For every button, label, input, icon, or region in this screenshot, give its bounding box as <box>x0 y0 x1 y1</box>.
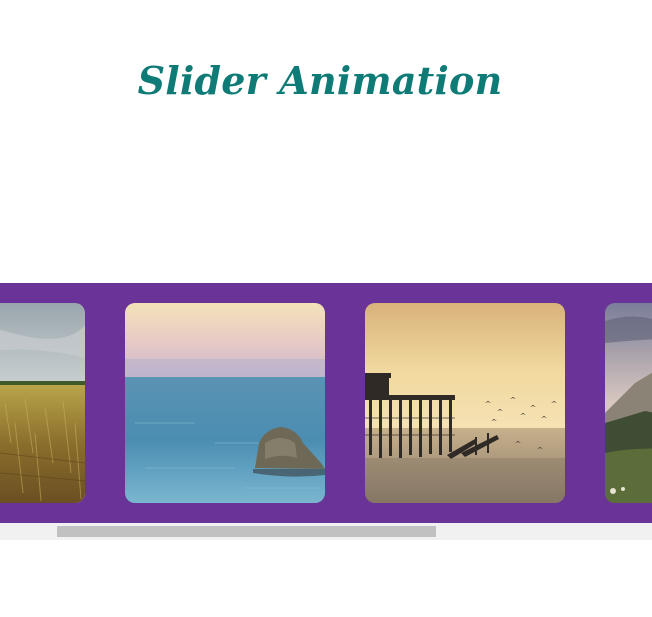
slide-pier-sunset[interactable] <box>365 303 565 503</box>
slide-sea-rock[interactable] <box>125 303 325 503</box>
wheat-field-image <box>0 303 85 503</box>
image-slider[interactable] <box>0 283 652 523</box>
mountain-valley-image <box>605 303 652 503</box>
scrollbar-thumb[interactable] <box>57 526 436 537</box>
horizontal-scrollbar[interactable] <box>0 523 652 540</box>
sea-rock-image <box>125 303 325 503</box>
pier-sunset-image <box>365 303 565 503</box>
slide-wheat-field[interactable] <box>0 303 85 503</box>
page-title: Slider Animation <box>137 58 503 103</box>
slide-mountain-valley[interactable] <box>605 303 652 503</box>
